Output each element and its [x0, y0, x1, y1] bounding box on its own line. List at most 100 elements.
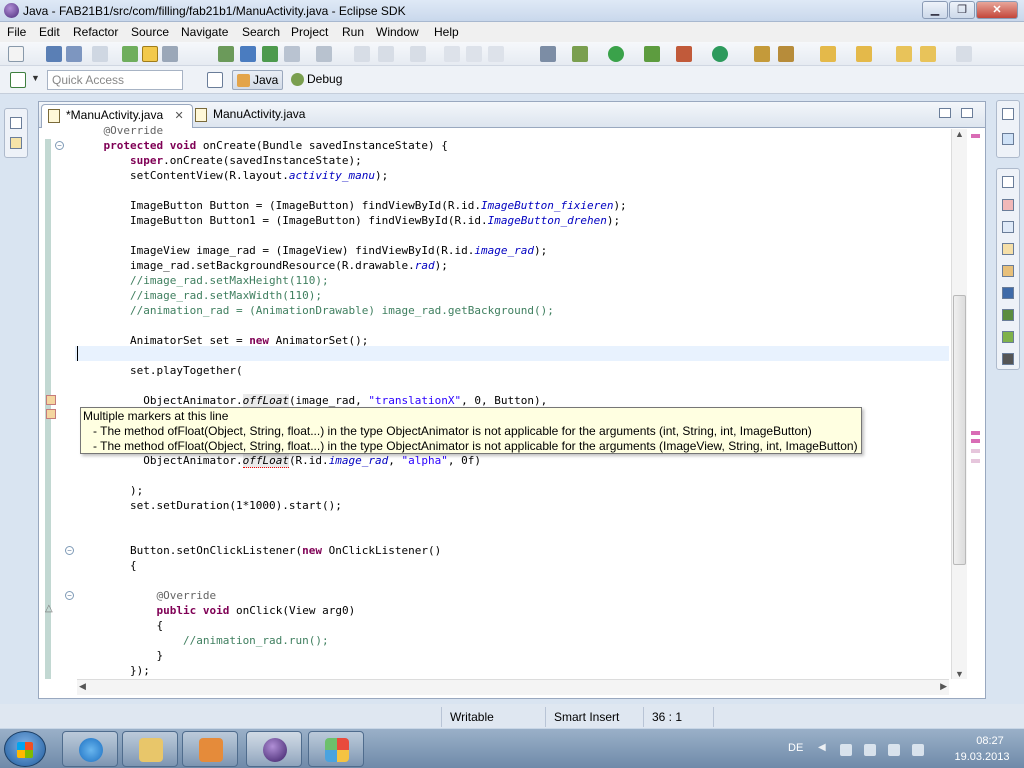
perspective-java[interactable]: Java	[232, 70, 284, 90]
scroll-right-icon[interactable]: ▶	[940, 681, 947, 692]
taskbar-internet-explorer[interactable]	[62, 731, 118, 767]
javadoc-icon[interactable]	[1002, 221, 1014, 233]
scroll-up-icon[interactable]: ▲	[955, 129, 964, 139]
taskbar-explorer[interactable]	[122, 731, 178, 767]
quick-access-input[interactable]: Quick Access	[47, 70, 183, 90]
volume-icon[interactable]	[912, 744, 924, 756]
outline-icon[interactable]	[1002, 133, 1014, 145]
package-explorer-icon[interactable]	[10, 137, 22, 149]
collapse-icon[interactable]: −	[55, 141, 64, 150]
previous-annotation-icon[interactable]	[856, 46, 872, 62]
perspective-debug[interactable]: Debug	[287, 70, 346, 90]
emulator-icon[interactable]	[1002, 353, 1014, 365]
run-icon[interactable]	[608, 46, 624, 62]
network-icon[interactable]	[888, 744, 900, 756]
warning-overview-mark[interactable]	[971, 449, 980, 453]
taskbar-paint[interactable]	[308, 731, 364, 767]
wizard-icon[interactable]	[316, 46, 332, 62]
menu-help[interactable]: Help	[434, 25, 459, 39]
start-button[interactable]	[4, 731, 46, 767]
save-icon[interactable]	[46, 46, 62, 62]
open-folder-icon[interactable]	[754, 46, 770, 62]
menu-refactor[interactable]: Refactor	[73, 25, 118, 39]
restore-icon[interactable]	[10, 117, 22, 129]
terminate-icon[interactable]	[488, 46, 504, 62]
clock-time[interactable]: 08:27	[960, 735, 1020, 747]
new-icon[interactable]	[8, 46, 24, 62]
menu-window[interactable]: Window	[376, 25, 419, 39]
open-type-icon[interactable]	[284, 46, 300, 62]
show-hidden-icons-icon[interactable]: ◀	[818, 742, 830, 754]
error-marker-icon[interactable]	[46, 395, 56, 405]
toggle-mark-occurrences-icon[interactable]	[142, 46, 158, 62]
code-area[interactable]: @Override protected void onCreate(Bundle…	[77, 123, 949, 678]
minimize-view-icon[interactable]	[939, 108, 951, 118]
console-icon[interactable]	[1002, 287, 1014, 299]
redo-icon[interactable]	[378, 46, 394, 62]
taskbar-eclipse[interactable]	[246, 731, 302, 767]
back-icon[interactable]	[896, 46, 912, 62]
open-perspective-icon[interactable]	[207, 72, 223, 88]
print-icon[interactable]	[92, 46, 108, 62]
collapse-icon[interactable]: −	[65, 591, 74, 600]
minimize-button[interactable]: ▁	[922, 1, 948, 19]
save-all-icon[interactable]	[66, 46, 82, 62]
action-center-icon[interactable]	[840, 744, 852, 756]
error-overview-mark[interactable]	[971, 134, 980, 138]
checkbox-icon[interactable]	[10, 72, 26, 88]
skip-breakpoints-icon[interactable]	[540, 46, 556, 62]
close-button[interactable]: ✕	[976, 1, 1018, 19]
resume-icon[interactable]	[444, 46, 460, 62]
android-avd-icon[interactable]	[240, 46, 256, 62]
undo-icon[interactable]	[354, 46, 370, 62]
coverage-icon[interactable]	[676, 46, 692, 62]
error-overview-mark[interactable]	[971, 439, 980, 443]
menu-file[interactable]: File	[7, 25, 26, 39]
device-icon[interactable]	[864, 744, 876, 756]
scroll-down-icon[interactable]: ▼	[955, 669, 964, 679]
show-whitespace-icon[interactable]	[162, 46, 178, 62]
problems-icon[interactable]	[1002, 199, 1014, 211]
chevron-down-icon[interactable]: ▼	[31, 73, 40, 83]
maximize-view-icon[interactable]	[961, 108, 973, 118]
forward-icon[interactable]	[956, 46, 972, 62]
scroll-left-icon[interactable]: ◀	[79, 681, 86, 692]
horizontal-scrollbar[interactable]: ◀ ▶	[77, 679, 949, 695]
scrollbar-thumb[interactable]	[953, 295, 966, 565]
warning-overview-mark[interactable]	[971, 459, 980, 463]
debug-icon[interactable]	[572, 46, 588, 62]
suspend-icon[interactable]	[466, 46, 482, 62]
tasks-icon[interactable]	[1002, 265, 1014, 277]
brush-icon[interactable]	[778, 46, 794, 62]
menu-project[interactable]: Project	[291, 25, 328, 39]
devices-icon[interactable]	[1002, 331, 1014, 343]
language-indicator[interactable]: DE	[788, 742, 803, 754]
android-lint-icon[interactable]	[262, 46, 278, 62]
android-sdk-icon[interactable]	[218, 46, 234, 62]
vertical-scrollbar[interactable]: ▲ ▼	[951, 129, 967, 679]
menu-navigate[interactable]: Navigate	[181, 25, 228, 39]
menu-search[interactable]: Search	[242, 25, 280, 39]
menu-run[interactable]: Run	[342, 25, 364, 39]
error-marker-icon[interactable]	[46, 409, 56, 419]
status-insert-mode[interactable]: Smart Insert	[545, 707, 643, 727]
run-last-tool-icon[interactable]	[644, 46, 660, 62]
error-overview-mark[interactable]	[971, 431, 980, 435]
new-android-icon[interactable]	[122, 46, 138, 62]
declaration-icon[interactable]	[1002, 243, 1014, 255]
external-tools-icon[interactable]	[712, 46, 728, 62]
restore-icon[interactable]	[1002, 176, 1014, 188]
clock-date[interactable]: 19.03.2013	[940, 751, 1024, 763]
taskbar-media-player[interactable]	[182, 731, 238, 767]
back-dropdown-icon[interactable]	[920, 46, 936, 62]
menu-edit[interactable]: Edit	[39, 25, 60, 39]
step-icon[interactable]	[410, 46, 426, 62]
restore-icon[interactable]	[1002, 108, 1014, 120]
next-annotation-icon[interactable]	[820, 46, 836, 62]
logcat-icon[interactable]	[1002, 309, 1014, 321]
close-icon[interactable]: ✕	[175, 110, 184, 122]
menu-source[interactable]: Source	[131, 25, 169, 39]
overview-ruler[interactable]	[968, 129, 984, 679]
collapse-icon[interactable]: −	[65, 546, 74, 555]
maximize-button[interactable]: ❐	[949, 1, 975, 19]
